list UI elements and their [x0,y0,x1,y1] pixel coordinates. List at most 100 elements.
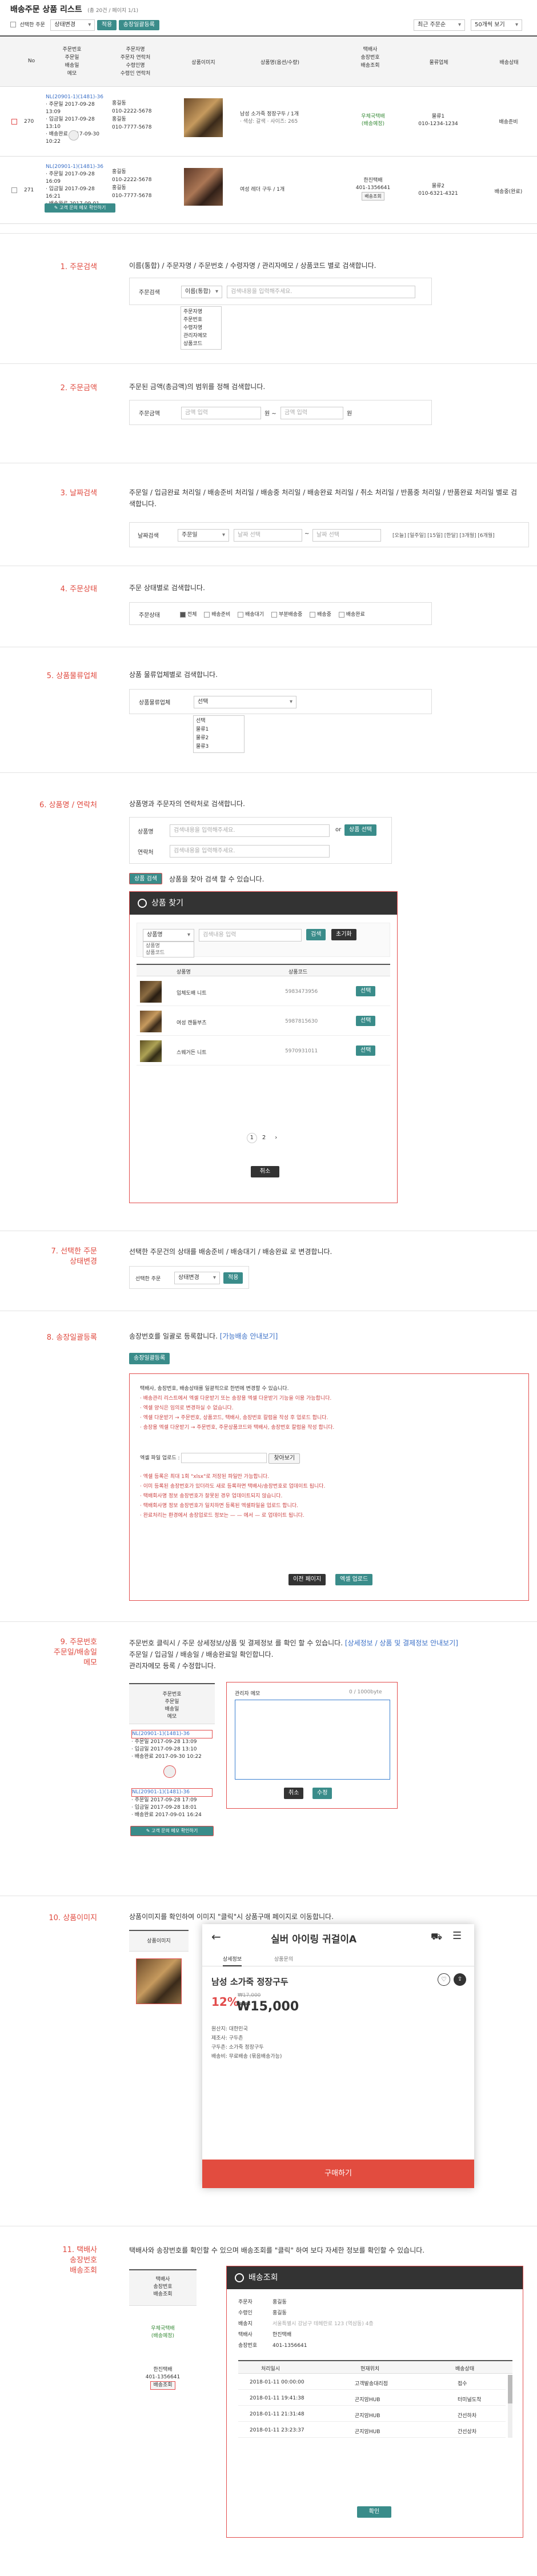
product-search-button[interactable]: 상품 검색 [129,873,162,884]
status-all-checkbox[interactable] [180,611,186,618]
product-modal-search-button[interactable]: 검색 [306,929,326,940]
per-page-select[interactable]: 50개씩 보기 [471,19,522,31]
option-product-code[interactable]: 상품코드 [146,950,191,956]
product-search-type-select[interactable]: 상품명 [143,929,194,942]
memo-icon[interactable] [69,130,79,141]
logistics-name: 물류1 [431,114,445,119]
memo-icon[interactable] [163,1765,176,1778]
product-name-input[interactable]: 검색내용을 입력해주세요. [170,824,330,837]
logistics-select[interactable]: 선택 [194,696,296,708]
status-ready-checkbox[interactable] [204,611,210,618]
apply-button[interactable]: 적용 [97,20,117,30]
list-item[interactable]: 입체도배 니트 5983473956 선택 [137,977,390,1006]
sort-select[interactable]: 최근 주문순 [414,19,465,31]
table-row[interactable]: 270 NL(20901-1)(1481)-36 · 주문일 2017-09-2… [0,87,537,157]
state-select[interactable]: 상태변경 [50,19,95,31]
status-partial-label: 부분배송중 [278,612,303,618]
product-modal-reset-button[interactable]: 초기화 [331,929,356,940]
tracking-lookup-button[interactable]: 배송조회 [150,2381,175,2390]
admin-memo-textarea[interactable] [235,1700,390,1780]
menu-icon[interactable]: ☰ [452,1930,462,1942]
select-all-checkbox[interactable] [10,22,16,27]
product-select-button[interactable]: 상품 선택 [344,824,376,836]
excel-upload-submit-button[interactable]: 엑셀 업로드 [335,1574,373,1585]
buy-button[interactable]: 구매하기 [202,2160,474,2188]
item-select-button[interactable]: 선택 [356,1045,376,1056]
section-11-title: 11. 택배사 송장번호 배송조회 [62,2246,97,2275]
page-1[interactable]: 1 [246,1133,257,1143]
cell-location: 곤지암HUB [355,2429,380,2435]
date-from-input[interactable]: 날짜 선택 [234,529,302,542]
table-row[interactable]: 271 NL(20901-1)(1481)-36 · 주문일 2017-09-2… [0,157,537,224]
date-type-select[interactable]: 주문일 [178,529,229,542]
tab-detail[interactable]: 상세정보 [223,1955,242,1966]
option-admin-memo[interactable]: 관리자메모 [183,332,219,340]
option-receiver[interactable]: 수령자명 [183,324,219,332]
bulk-apply-button[interactable]: 적용 [223,1272,243,1284]
status-shipping-checkbox[interactable] [310,611,316,618]
tab-inquiry[interactable]: 상품문의 [274,1955,293,1962]
status-partial-checkbox[interactable] [271,611,278,618]
delivery-status: 배송중(완료) [494,189,523,195]
tracking-confirm-button[interactable]: 확인 [357,2506,391,2518]
excel-upload-button[interactable]: 송장일괄등록 [118,20,159,30]
back-arrow-icon[interactable]: ← [211,1930,221,1944]
status-done-checkbox[interactable] [338,611,344,618]
mobile-product-name: 남성 소가죽 정장구두 [211,1977,288,1987]
section-8-help-link[interactable]: [가능배송 안내보기] [220,1332,278,1340]
table-row: 2018-01-11 00:00:00 고객발송대리점 접수 [238,2375,506,2390]
row-checkbox[interactable] [11,119,17,125]
file-path-input[interactable] [181,1453,267,1463]
order-number-link[interactable]: NL(20901-1)(1481)-36 [46,94,105,101]
status-wait-checkbox[interactable] [238,611,244,618]
product-image[interactable] [136,1958,182,2004]
page-next[interactable]: › [271,1135,281,1141]
row-checkbox[interactable] [11,187,17,193]
info-value: 서울특별시 강남구 테헤란로 123 (역삼동) 4층 [272,2321,374,2327]
product-search-input[interactable]: 검색내용 입력 [199,929,302,942]
product-image[interactable] [184,168,223,206]
amount-to-input[interactable]: 금액 입력 [280,407,343,419]
logistics-option[interactable]: 선택 [196,717,242,726]
prev-page-button[interactable]: 이전 페이지 [288,1574,326,1585]
logistics-option[interactable]: 물류3 [196,743,242,751]
item-select-button[interactable]: 선택 [356,1016,376,1026]
logistics-option[interactable]: 물류1 [196,726,242,734]
list-item[interactable]: 여성 캔들부츠 5987815630 선택 [137,1007,390,1036]
page-2[interactable]: 2 [259,1135,269,1141]
option-product-code[interactable]: 상품코드 [183,340,219,348]
option-orderer[interactable]: 주문자명 [183,308,219,316]
order-number-link[interactable]: NL(20901-1)(1481)-36 [131,1730,213,1738]
bulk-state-select[interactable]: 상태변경 [174,1272,220,1284]
bulk-excel-button[interactable]: 송장일괄등록 [129,1353,170,1364]
share-icon[interactable]: ⇪ [454,1973,466,1986]
product-image[interactable] [184,98,223,137]
admin-memo-cancel-button[interactable]: 취소 [284,1788,304,1799]
memo-check-button[interactable]: ✎ 고객 문의 메모 확인하기 [130,1826,214,1836]
admin-memo-title: 관리자 메모 [235,1691,261,1697]
memo-check-label: 고객 문의 메모 확인하기 [151,1828,198,1833]
contact-input[interactable]: 검색내용을 입력해주세요. [170,845,330,858]
date-to-input[interactable]: 날짜 선택 [312,529,381,542]
logistics-option[interactable]: 물류2 [196,734,242,743]
option-product-name[interactable]: 상품명 [146,943,191,950]
cart-icon[interactable]: ⛟ [431,1931,442,1943]
tracking-lookup-button[interactable]: 배송조회 [362,192,384,201]
item-select-button[interactable]: 선택 [356,986,376,996]
tracking-scrollbar[interactable] [508,2375,512,2438]
list-item[interactable]: 스웨거든 니트 5970931011 선택 [137,1037,390,1065]
excel-note: · 택배회사명 정보 송장번호가 일치하면 등록된 엑셀파일을 업로드 합니다. [140,1503,299,1509]
search-input[interactable]: 검색내용을 입력해주세요. [227,286,415,298]
admin-memo-save-button[interactable]: 수정 [312,1788,332,1799]
heart-icon[interactable]: ♡ [438,1973,450,1986]
amount-from-input[interactable]: 금액 입력 [181,407,261,419]
date-quick-links[interactable]: [오늘] [일주일] [15일] [한달] [3개월] [6개월] [392,531,495,539]
file-browse-button[interactable]: 찾아보기 [268,1453,300,1464]
section-9-help-link[interactable]: [상세정보 / 상품 및 결제정보 안내보기] [345,1639,458,1647]
memo-check-button[interactable]: ✎ 고객 문의 메모 확인하기 [45,203,115,213]
search-type-select[interactable]: 이름(통합) [181,286,222,298]
product-modal-close-button[interactable]: 취소 [251,1166,279,1177]
option-order-no[interactable]: 주문번호 [183,316,219,324]
order-number-link[interactable]: NL(20901-1)(1481)-36 [46,163,105,171]
order-number-link[interactable]: NL(20901-1)(1481)-36 [131,1788,213,1797]
